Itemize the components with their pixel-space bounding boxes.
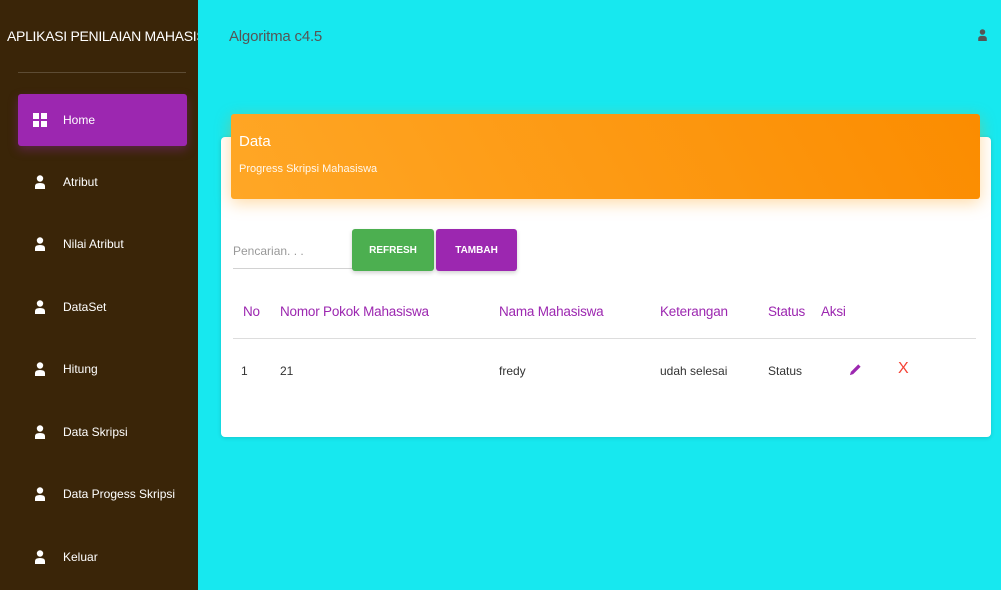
column-header-aksi: Aksi [821, 304, 846, 319]
column-header-npm: Nomor Pokok Mahasiswa [280, 304, 429, 319]
sidebar-item-nilai-atribut[interactable]: Nilai Atribut [18, 218, 187, 270]
grid-icon [29, 113, 51, 127]
cell-keterangan: udah selesai [660, 364, 728, 378]
sidebar-item-home[interactable]: Home [18, 94, 187, 146]
sidebar-item-label: Keluar [63, 550, 98, 564]
sidebar-item-atribut[interactable]: Atribut [18, 156, 187, 208]
person-icon [29, 300, 51, 314]
search-input[interactable] [233, 233, 353, 269]
card-title: Data [239, 133, 271, 150]
sidebar-item-data-skripsi[interactable]: Data Skripsi [18, 406, 187, 458]
sidebar-item-label: Atribut [63, 175, 98, 189]
user-icon[interactable] [978, 28, 987, 46]
card-header: Data Progress Skripsi Mahasiswa [231, 114, 980, 199]
page-title: Algoritma c4.5 [229, 28, 323, 45]
cell-status: Status [768, 364, 803, 378]
card-subtitle: Progress Skripsi Mahasiswa [239, 163, 378, 175]
cell-nama: fredy [499, 364, 526, 378]
pencil-icon[interactable] [849, 363, 862, 381]
column-header-status: Status [768, 304, 806, 319]
main-content: Algoritma c4.5 Data Progress Skripsi Mah… [198, 0, 1001, 590]
table-divider [233, 338, 976, 339]
sidebar-item-label: Hitung [63, 362, 98, 376]
brand-divider [18, 72, 186, 73]
sidebar-item-label: Home [63, 113, 96, 127]
sidebar-item-keluar[interactable]: Keluar [18, 531, 187, 583]
sidebar-item-hitung[interactable]: Hitung [18, 343, 187, 395]
sidebar-item-label: DataSet [63, 300, 107, 314]
column-header-nama: Nama Mahasiswa [499, 304, 604, 319]
person-icon [29, 425, 51, 439]
person-icon [29, 237, 51, 251]
sidebar-item-label: Nilai Atribut [63, 237, 124, 251]
sidebar-item-label: Data Progess Skripsi [63, 487, 176, 501]
person-icon [29, 362, 51, 376]
person-icon [29, 175, 51, 189]
refresh-button[interactable]: REFRESH [352, 229, 434, 271]
delete-button[interactable]: X [898, 360, 909, 378]
app-brand: APLIKASI PENILAIAN MAHASISWA SKRIPSI [7, 28, 198, 44]
column-header-keterangan: Keterangan [660, 304, 728, 319]
sidebar-item-dataset[interactable]: DataSet [18, 281, 187, 333]
cell-no: 1 [241, 364, 248, 378]
sidebar-item-label: Data Skripsi [63, 425, 128, 439]
person-icon [29, 487, 51, 501]
sidebar-item-data-progess-skripsi[interactable]: Data Progess Skripsi [18, 468, 187, 520]
column-header-no: No [243, 304, 260, 319]
add-button[interactable]: TAMBAH [436, 229, 517, 271]
sidebar: APLIKASI PENILAIAN MAHASISWA SKRIPSI Hom… [0, 0, 198, 590]
person-icon [29, 550, 51, 564]
cell-npm: 21 [280, 364, 294, 378]
